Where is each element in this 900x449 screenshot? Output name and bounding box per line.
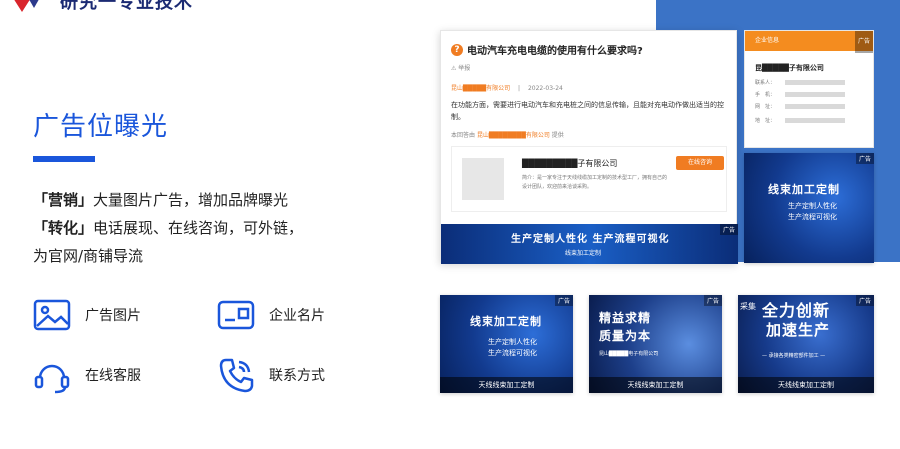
bottom-ad-banner[interactable]: 生产定制人性化 生产流程可视化 线束加工定制 广告 (441, 224, 738, 264)
hero-title: 广告位曝光 (33, 112, 169, 142)
info-row: 手 机： (755, 91, 846, 98)
info-row: 联系人： (755, 79, 846, 86)
company-name: █████████子有限公司 (522, 159, 618, 168)
ad-tag: 广告 (554, 295, 573, 306)
company-logo-placeholder (462, 158, 504, 200)
info-row: 网 址： (755, 103, 846, 110)
answer-source: 本回答由 昆山████████有限公司 提供 (451, 132, 564, 139)
desc-line: 「营销」大量图片广告，增加品牌曝光 (33, 191, 289, 209)
info-header: 企业信息 广告 (745, 31, 873, 53)
ad-tag: 广告 (719, 224, 738, 235)
hero-description: 「营销」大量图片广告，增加品牌曝光 「转化」电话展现、在线咨询，可外链， 为官网… (33, 186, 373, 270)
report-link[interactable]: ⚠ 举报 (451, 63, 470, 72)
question-card: ? 电动汽车充电电缆的使用有什么要求吗? ⚠ 举报 昆山█████有限公司 | … (440, 30, 738, 264)
ad-tag: 广告 (855, 153, 874, 164)
image-icon (33, 299, 71, 331)
phone-icon (219, 358, 254, 393)
ad-tag: 广告 (854, 31, 873, 53)
feature-online-service: 在线客服 (33, 356, 141, 394)
feature-contact: 联系方式 (217, 356, 325, 394)
headset-icon (34, 364, 70, 394)
desc-line: 为官网/商铺导流 (33, 247, 144, 265)
desc-line: 「转化」电话展现、在线咨询，可外链， (33, 219, 304, 237)
company-intro: 简介：是一家专注于天线线缆加工定制的技术型工厂，拥有自己的设计团队，欢迎前来洽谈… (522, 175, 668, 190)
question-title: ? 电动汽车充电电缆的使用有什么要求吗? (451, 42, 643, 57)
ad-tile-1[interactable]: 线束加工定制 生产定制人性化 生产流程可视化 天线线束加工定制 广告 (440, 295, 573, 393)
ad-tag: 广告 (855, 295, 874, 306)
answer-body: 在功能方面，需要进行电动汽车和充电桩之间的信息传输，且能对充电动作做出适当的控制… (451, 101, 724, 121)
company-inner-card: █████████子有限公司 简介：是一家专注于天线线缆加工定制的技术型工厂，拥… (451, 146, 727, 212)
feature-ad-images: 广告图片 (33, 296, 141, 334)
logo (0, 0, 44, 14)
business-card-icon (217, 300, 255, 330)
question-icon: ? (451, 43, 463, 56)
company-info-card: 企业信息 广告 昆█████子有限公司 联系人： 手 机： 网 址： 地 址： (744, 30, 874, 148)
feature-business-card: 企业名片 (217, 296, 325, 334)
ad-tile-2[interactable]: 精益求精 质量为本 昆山█████电子有限公司 天线线束加工定制 广告 (589, 295, 722, 393)
info-row: 地 址： (755, 117, 846, 124)
ad-tile-side[interactable]: 线束加工定制 生产定制人性化 生产流程可视化 广告 (744, 153, 874, 263)
ad-tag: 广告 (703, 295, 722, 306)
brand-text: 研究一专业技术 (60, 0, 193, 13)
online-consult-button[interactable]: 在线咨询 (676, 156, 724, 170)
title-underline (33, 156, 95, 162)
ad-tile-3[interactable]: 采集 全力创新 加速生产 — 承接各类精密部件加工 — 天线线束加工定制 广告 (738, 295, 874, 393)
info-company-name: 昆█████子有限公司 (755, 64, 824, 72)
logo-blue-shape (26, 0, 42, 8)
answer-meta: 昆山█████有限公司 | 2022-03-24 (451, 85, 563, 92)
